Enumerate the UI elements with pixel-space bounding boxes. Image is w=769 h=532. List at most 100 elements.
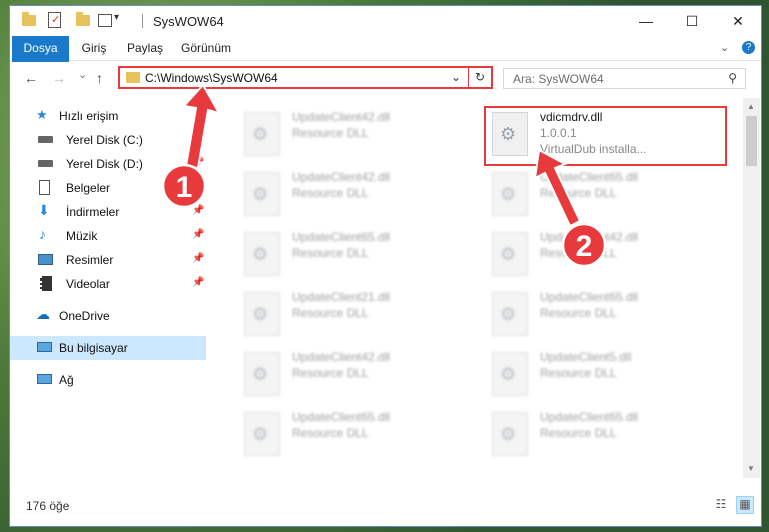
file-name: UpdateClient42.dll xyxy=(292,170,391,184)
dll-file-icon xyxy=(492,172,528,216)
sidebar-item-videos[interactable]: Videolar 📌 xyxy=(10,272,206,296)
search-box[interactable]: Ara: SysWOW64 ⚲ xyxy=(503,68,746,89)
file-name: UpdateClient65.dll xyxy=(540,170,639,184)
sidebar-item-music[interactable]: ♪ Müzik 📌 xyxy=(10,224,206,248)
star-icon: ★ xyxy=(36,107,48,122)
recent-locations-button[interactable]: ⌄ xyxy=(78,68,87,81)
file-name: UpdateClient42.dll xyxy=(540,230,639,244)
file-name: UpdateClient5.dll xyxy=(540,350,632,364)
file-item[interactable]: UpdateClient65.dll Resource DLL xyxy=(486,286,718,342)
sidebar-item-label: İndirmeler xyxy=(66,205,120,219)
address-bar[interactable]: C:\Windows\SysWOW64 ⌄ ↻ xyxy=(118,66,493,89)
search-placeholder[interactable]: Ara: SysWOW64 xyxy=(513,72,604,86)
title-separator xyxy=(142,14,143,28)
sidebar-item-label: Ağ xyxy=(59,373,74,387)
file-item[interactable]: UpdateClient5.dll Resource DLL xyxy=(486,346,718,402)
customize-toolbar-icon[interactable] xyxy=(98,14,112,27)
file-item[interactable]: UpdateClient42.dll Resource DLL xyxy=(486,226,718,282)
title-bar: ✓ ▾ SysWOW64 — ☐ ✕ xyxy=(10,6,761,36)
sidebar-item-onedrive[interactable]: ☁ OneDrive xyxy=(10,304,206,328)
sidebar-item-label: OneDrive xyxy=(59,309,110,323)
address-dropdown-icon[interactable]: ⌄ xyxy=(451,70,461,84)
help-icon[interactable]: ? xyxy=(742,41,755,54)
ribbon-expand-icon[interactable]: ⌄ xyxy=(720,41,729,54)
sidebar-item-downloads[interactable]: ⬇ İndirmeler 📌 xyxy=(10,200,206,224)
maximize-button[interactable]: ☐ xyxy=(669,6,715,36)
dll-file-icon xyxy=(492,292,528,336)
file-item[interactable]: UpdateClient65.dll Resource DLL xyxy=(238,406,470,462)
file-description: Resource DLL xyxy=(540,366,617,380)
pictures-icon xyxy=(38,254,53,265)
ribbon-tabs: Dosya Giriş Paylaş Görünüm ⌄ ? xyxy=(10,36,761,92)
search-icon[interactable]: ⚲ xyxy=(728,71,737,85)
explorer-window: ✓ ▾ SysWOW64 — ☐ ✕ Dosya Giriş Paylaş Gö… xyxy=(10,6,761,526)
folder-icon xyxy=(22,12,36,26)
sidebar-item-label: Bu bilgisayar xyxy=(59,341,128,355)
forward-button[interactable]: → xyxy=(52,70,66,86)
tab-share[interactable]: Paylaş xyxy=(119,36,171,60)
download-icon: ⬇ xyxy=(38,202,50,218)
dll-file-icon xyxy=(244,412,280,456)
sidebar-item-quick-access[interactable]: ★ Hızlı erişim xyxy=(10,104,206,128)
scroll-thumb[interactable] xyxy=(746,116,757,166)
pin-icon: 📌 xyxy=(192,253,205,264)
status-bar: 176 öğe ☷ ▦ xyxy=(10,494,761,520)
refresh-button[interactable]: ↻ xyxy=(468,68,491,87)
drive-icon xyxy=(38,136,53,143)
up-button[interactable]: ↑ xyxy=(96,70,103,86)
scroll-up-icon[interactable]: ▲ xyxy=(747,102,755,111)
sidebar-item-this-pc[interactable]: Bu bilgisayar xyxy=(10,336,206,360)
file-item[interactable]: UpdateClient42.dll Resource DLL xyxy=(238,346,470,402)
minimize-button[interactable]: — xyxy=(623,6,669,36)
file-item[interactable]: UpdateClient42.dll Resource DLL xyxy=(238,106,470,162)
file-item[interactable]: UpdateClient42.dll Resource DLL xyxy=(238,166,470,222)
sidebar-item-local-disk-c[interactable]: Yerel Disk (C:) 📌 xyxy=(10,128,206,152)
sidebar-item-network[interactable]: Ağ xyxy=(10,368,206,392)
toolbar-dropdown-icon[interactable]: ▾ xyxy=(114,12,130,28)
file-description: Resource DLL xyxy=(540,426,617,440)
dll-file-icon xyxy=(244,112,280,156)
sidebar-item-label: Müzik xyxy=(66,229,98,243)
file-name: UpdateClient65.dll xyxy=(292,230,391,244)
folder-icon xyxy=(126,72,140,83)
pin-icon: 📌 xyxy=(192,205,205,216)
sidebar-item-pictures[interactable]: Resimler 📌 xyxy=(10,248,206,272)
vertical-scrollbar[interactable]: ▲ ▼ xyxy=(743,98,760,478)
file-name: UpdateClient42.dll xyxy=(292,350,391,364)
new-folder-icon[interactable] xyxy=(76,12,90,26)
back-button[interactable]: ← xyxy=(24,70,38,86)
file-item[interactable]: UpdateClient65.dll Resource DLL xyxy=(486,406,718,462)
close-button[interactable]: ✕ xyxy=(715,6,761,36)
scroll-down-icon[interactable]: ▼ xyxy=(747,464,755,473)
window-title: SysWOW64 xyxy=(153,14,224,29)
tab-home[interactable]: Giriş xyxy=(71,36,117,60)
highlight-box xyxy=(484,106,727,166)
sidebar-item-label: Resimler xyxy=(66,253,114,267)
file-item[interactable]: UpdateClient21.dll Resource DLL xyxy=(238,286,470,342)
file-description: Resource DLL xyxy=(540,306,617,320)
file-name: UpdateClient42.dll xyxy=(292,110,391,124)
sidebar-item-label: Videolar xyxy=(66,277,110,291)
navigation-pane: ★ Hızlı erişim Yerel Disk (C:) 📌 Yerel D… xyxy=(10,98,208,478)
dll-file-icon xyxy=(244,232,280,276)
tiles-view-button[interactable]: ▦ xyxy=(736,496,754,514)
file-item[interactable]: UpdateClient65.dll Resource DLL xyxy=(486,166,718,222)
file-description: Resource DLL xyxy=(292,366,369,380)
file-name: UpdateClient65.dll xyxy=(540,290,639,304)
pin-icon: 📌 xyxy=(192,157,205,168)
file-list: UpdateClient42.dll Resource DLL UpdateCl… xyxy=(218,98,743,478)
file-item[interactable]: UpdateClient65.dll Resource DLL xyxy=(238,226,470,282)
tab-view[interactable]: Görünüm xyxy=(173,36,239,60)
sidebar-item-documents[interactable]: Belgeler 📌 xyxy=(10,176,206,200)
dll-file-icon xyxy=(492,352,528,396)
network-icon xyxy=(37,374,52,384)
navigation-bar: ← → ⌄ ↑ C:\Windows\SysWOW64 ⌄ ↻ Ara: Sys… xyxy=(10,62,761,94)
details-view-button[interactable]: ☷ xyxy=(713,497,729,513)
pin-icon: 📌 xyxy=(192,229,205,240)
computer-icon xyxy=(37,342,52,352)
address-path[interactable]: C:\Windows\SysWOW64 xyxy=(145,71,278,85)
documents-icon xyxy=(39,180,50,195)
sidebar-item-local-disk-d[interactable]: Yerel Disk (D:) 📌 xyxy=(10,152,206,176)
file-description: Resource DLL xyxy=(292,306,369,320)
properties-icon[interactable]: ✓ xyxy=(48,12,61,28)
